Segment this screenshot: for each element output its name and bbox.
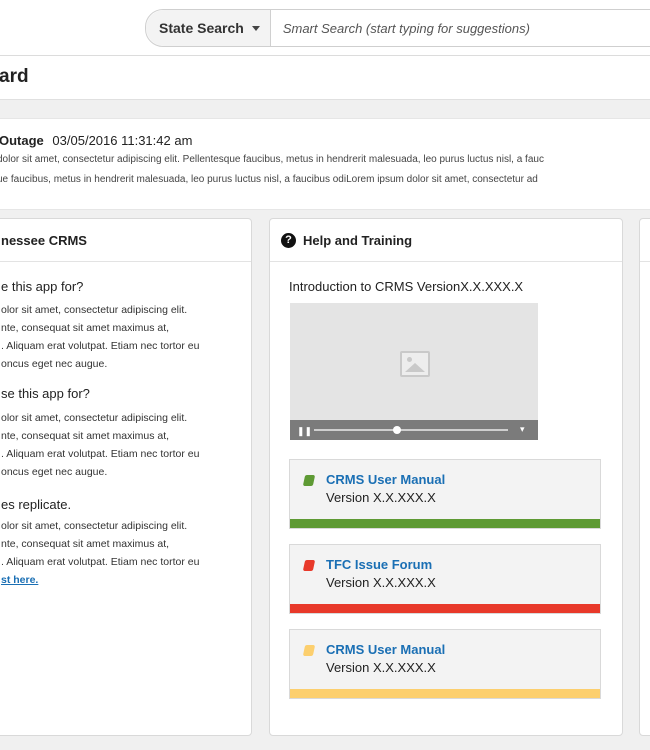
book-icon xyxy=(302,560,316,571)
accent-bar xyxy=(290,689,600,698)
card-header: nessee CRMS xyxy=(0,219,251,262)
resource-version: Version X.X.XXX.X xyxy=(326,660,436,675)
resource-link-card[interactable]: TFC Issue Forum Version X.X.XXX.X xyxy=(289,544,601,614)
faq-question: e this app for? xyxy=(1,279,84,294)
help-training-card: ? Help and Training Introduction to CRMS… xyxy=(269,218,623,736)
card-header xyxy=(640,219,650,262)
image-placeholder-icon xyxy=(400,351,430,377)
request-link[interactable]: st here. xyxy=(1,574,38,586)
faq-answer-line: nte, consequat sit amet maximus at, xyxy=(1,322,170,334)
outage-message-line: dolor sit amet, consectetur adipiscing e… xyxy=(0,154,544,165)
volume-icon[interactable]: ▾ xyxy=(520,424,525,435)
faq-answer-line: . Aliquam erat volutpat. Etiam nec torto… xyxy=(1,448,200,460)
faq-answer-line: oncus eget nec augue. xyxy=(1,358,108,370)
pause-icon[interactable]: ❚❚ xyxy=(297,426,312,437)
accent-bar xyxy=(290,604,600,613)
top-bar: State Search xyxy=(0,0,650,56)
video-player[interactable]: ❚❚ ▾ xyxy=(290,303,538,440)
outage-header: Outage 03/05/2016 11:31:42 am xyxy=(0,133,192,148)
right-card xyxy=(639,218,650,736)
video-progress-track[interactable] xyxy=(314,429,508,431)
resource-title[interactable]: CRMS User Manual xyxy=(326,642,445,657)
title-bar: ard xyxy=(0,56,650,100)
about-crms-card: nessee CRMS e this app for? olor sit ame… xyxy=(0,218,252,736)
outage-message-line: ue faucibus, metus in hendrerit malesuad… xyxy=(0,174,538,185)
outage-notice: Outage 03/05/2016 11:31:42 am dolor sit … xyxy=(0,118,650,210)
resource-version: Version X.X.XXX.X xyxy=(326,490,436,505)
card-title: Help and Training xyxy=(303,232,413,248)
book-icon xyxy=(302,475,316,486)
help-icon: ? xyxy=(281,232,296,248)
faq-answer-line: olor sit amet, consectetur adipiscing el… xyxy=(1,304,188,316)
accent-bar xyxy=(290,519,600,528)
faq-answer-line: . Aliquam erat volutpat. Etiam nec torto… xyxy=(1,340,200,352)
faq-answer: olor sit amet, consectetur adipiscing el… xyxy=(1,517,199,589)
faq-answer-line: nte, consequat sit amet maximus at, xyxy=(1,430,170,442)
state-search-dropdown[interactable]: State Search xyxy=(146,10,271,46)
card-header: ? Help and Training xyxy=(270,219,622,262)
book-icon xyxy=(302,645,316,656)
outage-datetime: 03/05/2016 11:31:42 am xyxy=(52,133,193,148)
faq-answer-line: olor sit amet, consectetur adipiscing el… xyxy=(1,520,188,532)
search-bar: State Search xyxy=(145,9,650,47)
faq-question: se this app for? xyxy=(1,386,90,401)
faq-question: es replicate. xyxy=(1,497,72,512)
resource-title[interactable]: CRMS User Manual xyxy=(326,472,445,487)
page-title: ard xyxy=(0,66,29,87)
faq-answer-line: . Aliquam erat volutpat. Etiam nec torto… xyxy=(1,556,200,568)
card-title: nessee CRMS xyxy=(1,232,87,248)
chevron-down-icon xyxy=(251,25,260,31)
faq-answer: olor sit amet, consectetur adipiscing el… xyxy=(1,301,199,373)
resource-link-card[interactable]: CRMS User Manual Version X.X.XXX.X xyxy=(289,459,601,529)
faq-answer-line: nte, consequat sit amet maximus at, xyxy=(1,538,170,550)
faq-answer-line: oncus eget nec augue. xyxy=(1,466,108,478)
smart-search-input[interactable] xyxy=(270,19,605,37)
resource-link-card[interactable]: CRMS User Manual Version X.X.XXX.X xyxy=(289,629,601,699)
state-search-label: State Search xyxy=(159,20,244,36)
video-scrubber[interactable] xyxy=(393,426,402,434)
resource-version: Version X.X.XXX.X xyxy=(326,575,436,590)
resource-title[interactable]: TFC Issue Forum xyxy=(326,557,432,572)
video-controls: ❚❚ ▾ xyxy=(290,420,538,440)
faq-answer: olor sit amet, consectetur adipiscing el… xyxy=(1,409,199,481)
video-title: Introduction to CRMS VersionX.X.XXX.X xyxy=(289,279,524,294)
faq-answer-line: olor sit amet, consectetur adipiscing el… xyxy=(1,412,188,424)
outage-title: Outage xyxy=(0,133,44,148)
